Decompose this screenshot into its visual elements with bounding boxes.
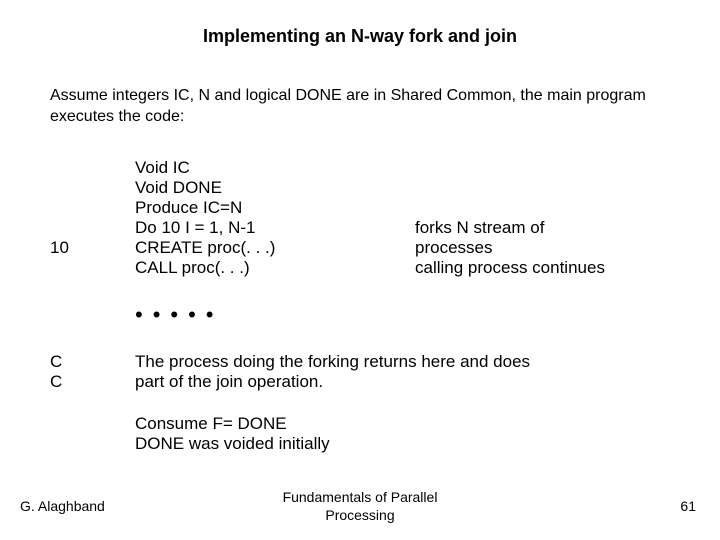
code-text: Void DONE — [135, 178, 415, 198]
slide: Implementing an N-way fork and join Assu… — [0, 0, 720, 540]
code-note: forks N stream of — [415, 218, 680, 238]
code-text: Void IC — [135, 158, 415, 178]
comment-label-c: C — [50, 352, 135, 372]
code-text: CREATE proc(. . .) — [135, 238, 415, 258]
code-block: Void IC Void DONE Produce IC=N Do 10 I =… — [50, 158, 680, 454]
footer-page-number: 61 — [680, 498, 696, 514]
code-row-1: Void IC — [50, 158, 680, 178]
row-label — [50, 158, 135, 178]
row-label — [50, 178, 135, 198]
code-row-6: CALL proc(. . .) calling process continu… — [50, 258, 680, 278]
code-row-2: Void DONE — [50, 178, 680, 198]
code-note — [415, 178, 680, 198]
comment-label-c: C — [50, 372, 135, 392]
code-row-5: 10 CREATE proc(. . .) processes — [50, 238, 680, 258]
code-row-3: Produce IC=N — [50, 198, 680, 218]
footer-title: Fundamentals of Parallel Processing — [0, 489, 720, 524]
comment-line: part of the join operation. — [135, 372, 530, 392]
code-note: processes — [415, 238, 680, 258]
comment-line: The process doing the forking returns he… — [135, 352, 530, 372]
code-text: Do 10 I = 1, N-1 — [135, 218, 415, 238]
comment-text: The process doing the forking returns he… — [135, 352, 530, 392]
comment-labels: C C — [50, 352, 135, 392]
row-label — [50, 218, 135, 238]
code-row-4: Do 10 I = 1, N-1 forks N stream of — [50, 218, 680, 238]
code-note — [415, 158, 680, 178]
bottom-block: Consume F= DONE DONE was voided initiall… — [135, 414, 680, 454]
code-text: Produce IC=N — [135, 198, 415, 218]
footer-title-line2: Processing — [325, 507, 394, 523]
bottom-line: Consume F= DONE — [135, 414, 680, 434]
slide-title: Implementing an N-way fork and join — [0, 26, 720, 47]
ellipsis-dots: ••••• — [135, 302, 680, 328]
bottom-line: DONE was voided initially — [135, 434, 680, 454]
comment-block: C C The process doing the forking return… — [50, 352, 680, 392]
code-note — [415, 198, 680, 218]
footer-title-line1: Fundamentals of Parallel — [283, 489, 438, 505]
intro-text: Assume integers IC, N and logical DONE a… — [50, 86, 680, 128]
row-label — [50, 258, 135, 278]
code-text: CALL proc(. . .) — [135, 258, 415, 278]
row-label — [50, 198, 135, 218]
row-label-10: 10 — [50, 238, 135, 258]
code-note: calling process continues — [415, 258, 680, 278]
